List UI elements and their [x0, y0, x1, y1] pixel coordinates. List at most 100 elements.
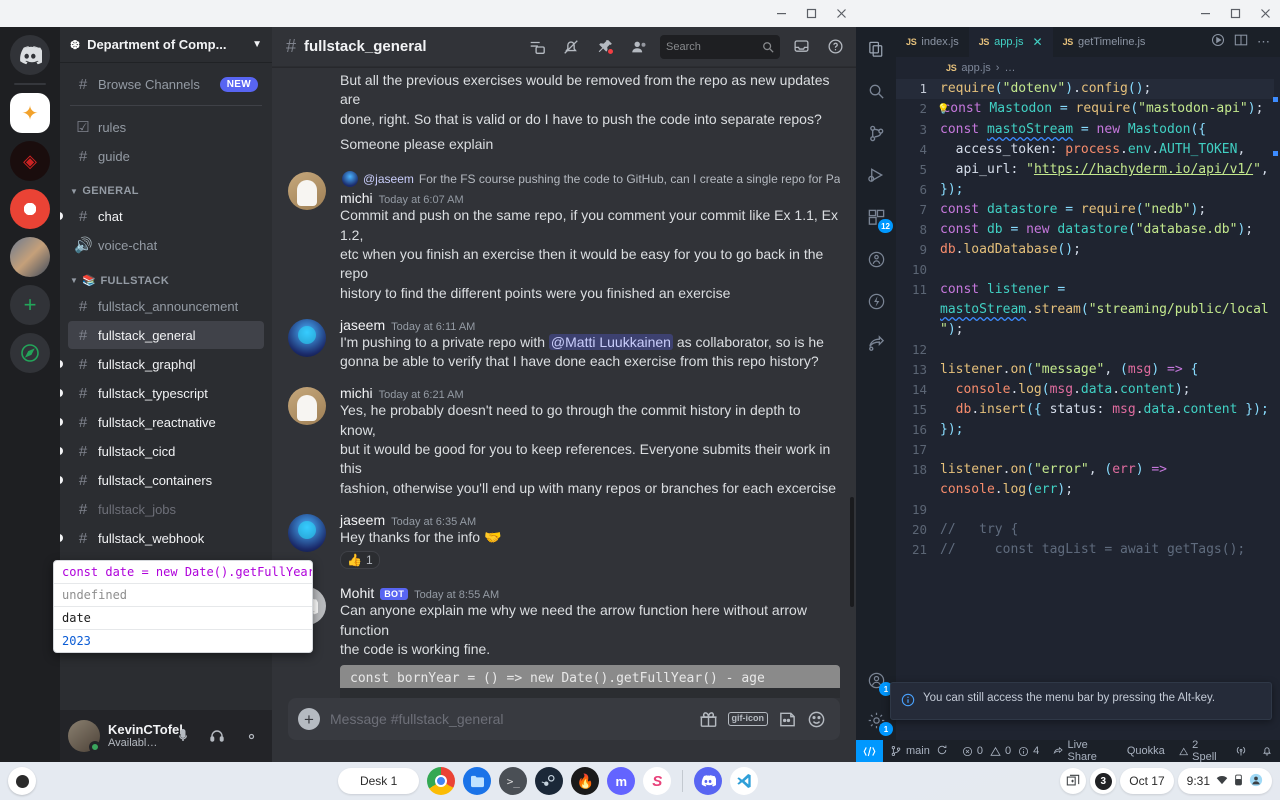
reaction-thumbsup[interactable]: 👍 1 [340, 551, 380, 570]
status-branch[interactable]: main [883, 740, 955, 762]
taskbar-app-discord[interactable] [694, 767, 723, 795]
mute-icon[interactable] [170, 723, 196, 749]
remote-window-icon[interactable] [856, 740, 883, 762]
vscode-maximize-button[interactable] [1220, 0, 1250, 27]
breadcrumb-rest[interactable]: … [1004, 62, 1015, 74]
message-list[interactable]: But all the previous exercises would be … [272, 67, 856, 698]
taskbar-app-firefox-dev[interactable]: 🔥 [571, 767, 600, 795]
search-icon[interactable] [864, 79, 888, 103]
notification-count-badge[interactable]: 3 [1090, 768, 1117, 794]
avatar[interactable] [288, 172, 326, 211]
avatar[interactable] [288, 514, 326, 552]
code-text[interactable]: 💡const Mastodon = require("mastodon-api"… [937, 99, 1274, 120]
channel-item-fullstack_jobs[interactable]: # fullstack_jobs [68, 495, 264, 523]
code-text[interactable]: console.log(msg.data.content); [940, 380, 1274, 400]
launcher-button[interactable] [8, 767, 36, 795]
lightbulb-icon[interactable]: 💡 [937, 104, 949, 115]
search-input[interactable]: Search [660, 34, 780, 59]
code-text[interactable]: db.loadDatabase(); [940, 240, 1274, 260]
status-tray[interactable]: 9:31 [1177, 768, 1272, 794]
source-control-icon[interactable] [864, 121, 888, 145]
guild-icon-wasp-server[interactable]: ✦ [10, 93, 50, 133]
members-icon[interactable] [626, 34, 652, 60]
add-server-button[interactable]: + [10, 285, 50, 325]
inbox-icon[interactable] [788, 34, 814, 60]
accounts-icon[interactable]: 1 [864, 668, 893, 696]
code-text[interactable]: // try { [940, 520, 1274, 540]
channel-item-fullstack_typescript[interactable]: # fullstack_typescript [60, 379, 264, 407]
vscode-minimize-button[interactable] [1190, 0, 1220, 27]
code-text[interactable] [940, 340, 1274, 360]
category-general[interactable]: ▼ GENERAL [60, 171, 272, 201]
emoji-icon[interactable] [807, 710, 826, 729]
vscode-notification-toast[interactable]: You can still access the menu bar by pre… [890, 682, 1272, 720]
channel-item-voice-chat[interactable]: 🔊 voice-chat [68, 231, 264, 259]
code-text[interactable]: const listener = mastoStream.stream("str… [940, 280, 1274, 340]
code-text[interactable]: const mastoStream = new Mastodon({ [940, 120, 1274, 140]
explore-servers-button[interactable] [10, 333, 50, 373]
code-text[interactable]: require("dotenv").config(); [940, 79, 1274, 99]
browse-channels-item[interactable]: # Browse Channels NEW [68, 70, 264, 98]
server-header-dropdown[interactable]: ❆ Department of Comp... ▼ [60, 27, 272, 63]
message-author[interactable]: michi [340, 190, 373, 206]
channel-item-fullstack_announcement[interactable]: # fullstack_announcement [68, 292, 264, 320]
run-file-icon[interactable] [1211, 33, 1225, 52]
close-icon[interactable]: ✕ [1033, 35, 1043, 49]
message-input[interactable]: Message #fullstack_general [330, 711, 689, 727]
channel-item-fullstack_containers[interactable]: # fullstack_containers [60, 466, 264, 494]
taskbar-app-vscode[interactable] [730, 767, 759, 795]
code-text[interactable]: }); [940, 420, 1274, 440]
code-text[interactable] [940, 260, 1274, 280]
code-text[interactable]: api_url: "https://hachyderm.io/api/v1/", [940, 160, 1274, 180]
code-text[interactable]: access_token: process.env.AUTH_TOKEN, [940, 140, 1274, 160]
notification-off-icon[interactable] [558, 34, 584, 60]
gift-icon[interactable] [699, 710, 718, 729]
thunder-client-icon[interactable] [864, 289, 888, 313]
status-radio-tower[interactable] [1228, 740, 1254, 762]
tab-gettimeline-js[interactable]: JS getTimeline.js [1053, 27, 1156, 57]
category-fullstack[interactable]: ▼ 📚 FULLSTACK [60, 260, 272, 291]
tab-index-js[interactable]: JS index.js [896, 27, 969, 57]
taskbar-app-mastodon[interactable]: m [607, 767, 636, 795]
user-settings-icon[interactable] [238, 723, 264, 749]
channel-item-rules[interactable]: ☑ rules [68, 113, 264, 141]
code-text[interactable]: db.insert({ status: msg.data.content }); [940, 400, 1274, 420]
channel-item-fullstack_graphql[interactable]: # fullstack_graphql [60, 350, 264, 378]
screen-capture-icon[interactable] [1060, 768, 1087, 794]
guild-icon-demon-server[interactable]: ◈ [10, 141, 50, 181]
discord-minimize-button[interactable] [766, 0, 796, 27]
code-text[interactable]: listener.on("message", (msg) => { [940, 360, 1274, 380]
date-chip[interactable]: Oct 17 [1120, 768, 1174, 794]
code-text[interactable]: }); [940, 180, 1274, 200]
reply-context[interactable]: @jaseem For the FS course pushing the co… [340, 170, 840, 188]
guild-icon-chrome-server[interactable] [10, 189, 50, 229]
vscode-close-button[interactable] [1250, 0, 1280, 27]
taskbar-app-chrome[interactable] [427, 767, 456, 795]
channel-item-fullstack_reactnative[interactable]: # fullstack_reactnative [60, 408, 264, 436]
extensions-icon[interactable]: 12 [864, 205, 893, 233]
share-icon[interactable] [864, 331, 888, 355]
status-notifications[interactable] [1254, 740, 1280, 762]
run-and-debug-icon[interactable] [864, 163, 888, 187]
taskbar-app-sublime[interactable]: S [643, 767, 672, 795]
tab-app-js[interactable]: JS app.js ✕ [968, 27, 1053, 57]
taskbar-app-terminal[interactable]: >_ [499, 767, 528, 795]
code-text[interactable]: const db = new datastore("database.db"); [940, 220, 1274, 240]
sync-icon[interactable] [936, 744, 948, 759]
status-problems[interactable]: 0 0 4 [955, 740, 1046, 762]
guild-icon-discord-home[interactable] [10, 35, 50, 75]
deafen-icon[interactable] [204, 723, 230, 749]
desk-switcher[interactable]: Desk 1 [337, 768, 420, 794]
settings-gear-icon[interactable]: 1 [864, 708, 893, 736]
more-actions-icon[interactable]: ⋯ [1257, 34, 1271, 50]
live-share-icon[interactable] [864, 247, 888, 271]
channel-item-fullstack_cicd[interactable]: # fullstack_cicd [60, 437, 264, 465]
pinned-messages-icon[interactable] [592, 34, 618, 60]
gif-icon[interactable]: gif-icon [727, 712, 768, 726]
guild-icon-photo-server[interactable] [10, 237, 50, 277]
code-text[interactable]: const datastore = require("nedb"); [940, 200, 1274, 220]
breadcrumb[interactable]: JS app.js › … [896, 57, 1280, 79]
status-live-share[interactable]: Live Share [1046, 739, 1120, 762]
explorer-icon[interactable] [864, 37, 888, 61]
avatar[interactable] [68, 720, 101, 753]
